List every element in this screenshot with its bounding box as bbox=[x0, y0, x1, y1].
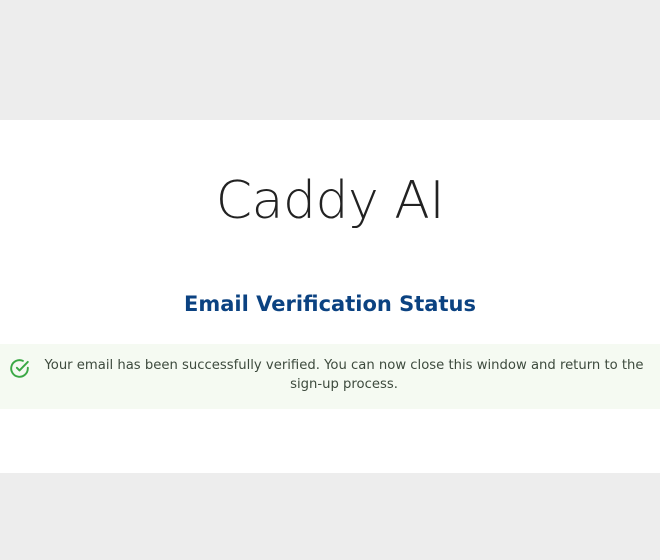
alert-message: Your email has been successfully verifie… bbox=[44, 358, 644, 392]
check-circle-icon bbox=[9, 358, 30, 379]
brand-title: Caddy AI bbox=[215, 171, 445, 231]
success-alert: Your email has been successfully verifie… bbox=[0, 344, 660, 409]
status-heading: Email Verification Status bbox=[184, 292, 476, 316]
